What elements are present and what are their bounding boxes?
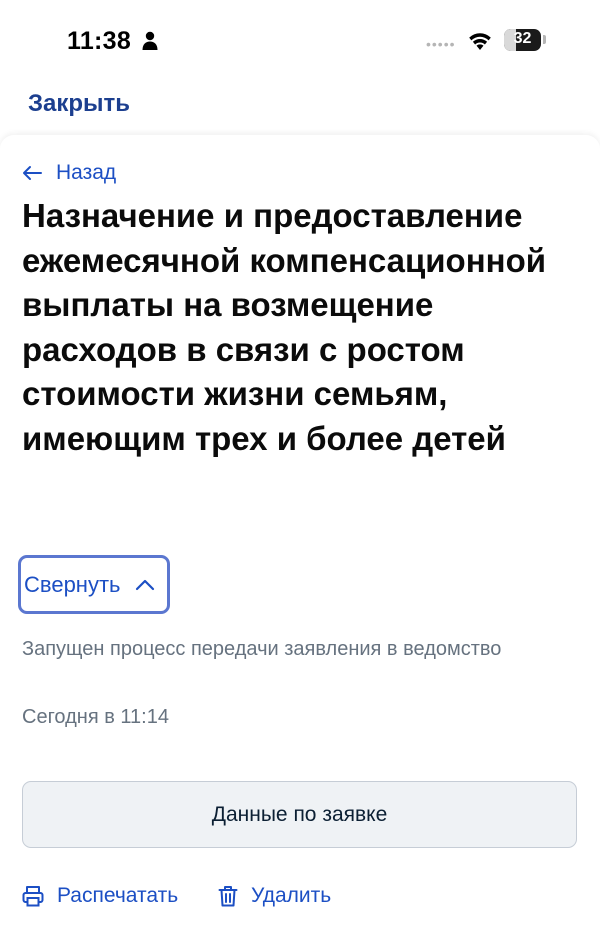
status-bar: 11:38 ••••• 32 xyxy=(0,0,600,80)
trash-icon xyxy=(218,886,238,907)
application-details-label: Данные по заявке xyxy=(211,802,388,826)
application-status: Запущен процесс передачи заявления в вед… xyxy=(22,638,502,660)
status-time: 11:38 xyxy=(67,27,132,55)
application-details-button[interactable]: Данные по заявке xyxy=(22,781,577,848)
printer-icon xyxy=(22,886,44,907)
close-button[interactable]: Закрыть xyxy=(28,90,130,118)
battery-indicator: 32 xyxy=(504,29,541,51)
status-timestamp: Сегодня в 11:14 xyxy=(22,706,169,728)
back-label: Назад xyxy=(56,161,117,184)
print-button[interactable]: Распечатать xyxy=(22,884,178,908)
delete-label: Удалить xyxy=(251,884,332,907)
print-label: Распечатать xyxy=(57,884,179,907)
back-button[interactable]: Назад xyxy=(22,161,116,185)
chevron-up-icon xyxy=(135,579,154,590)
battery-cap xyxy=(543,35,546,44)
collapse-label: Свернуть xyxy=(24,571,121,597)
page-title: Назначение и предоставление ежемесячной … xyxy=(22,197,547,457)
wifi-icon xyxy=(469,33,491,50)
collapse-button[interactable]: Свернуть xyxy=(18,555,170,614)
arrow-left-icon xyxy=(23,166,42,180)
person-icon xyxy=(142,31,158,50)
delete-button[interactable]: Удалить xyxy=(218,884,331,908)
signal-strength-icon: ••••• xyxy=(426,36,456,52)
battery-percentage: 32 xyxy=(513,30,532,47)
